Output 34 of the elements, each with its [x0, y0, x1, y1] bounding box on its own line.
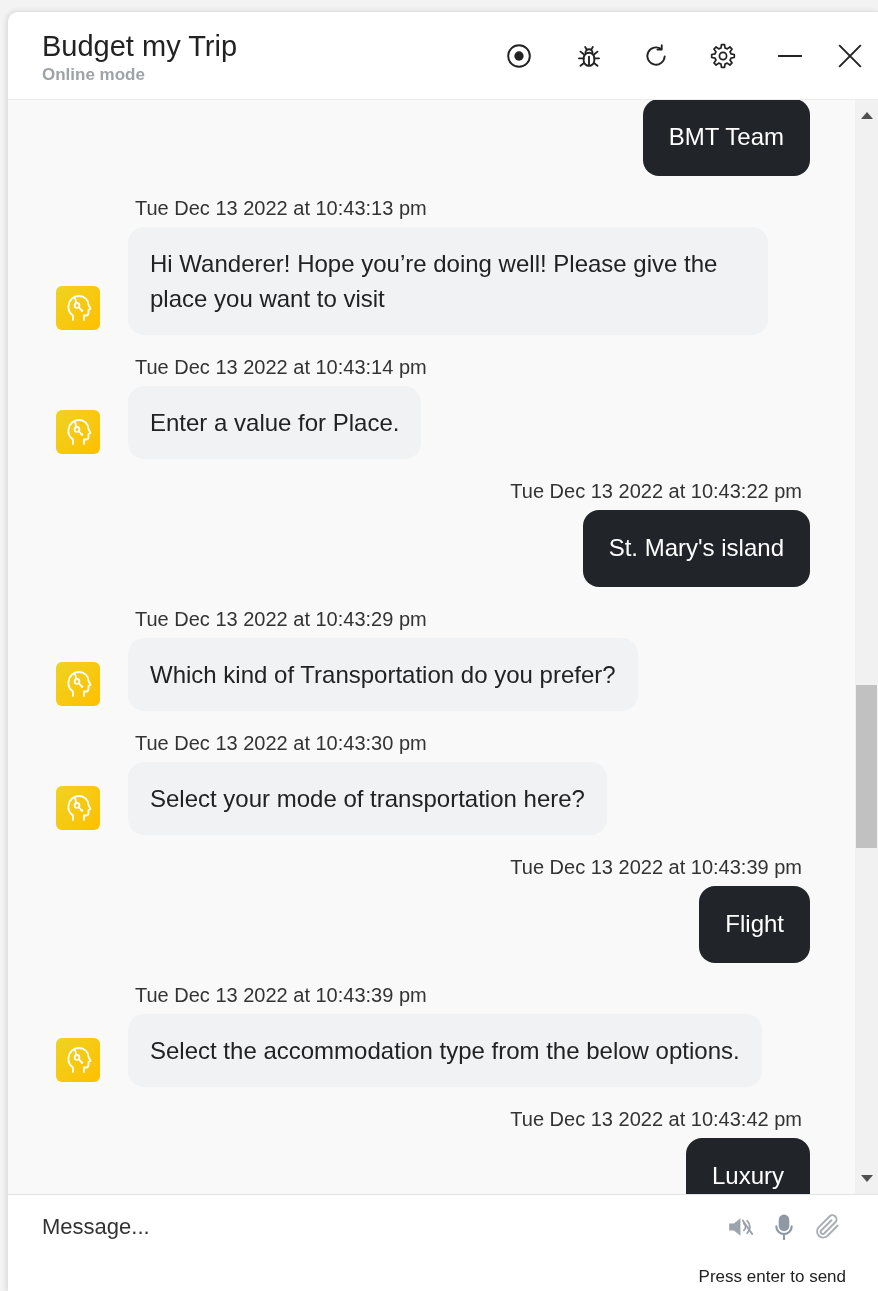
- bot-avatar-icon: [56, 410, 100, 454]
- scroll-down-arrow-icon[interactable]: [860, 1175, 873, 1182]
- bot-avatar-icon: [56, 286, 100, 330]
- user-message-bubble: BMT Team: [642, 100, 810, 176]
- record-icon[interactable]: [506, 42, 532, 69]
- user-message-bubble: Flight: [699, 886, 810, 963]
- user-message-bubble: St. Mary's island: [582, 510, 810, 587]
- bot-avatar-icon: [56, 786, 100, 830]
- close-icon[interactable]: [837, 42, 863, 69]
- message-timestamp: Tue Dec 13 2022 at 10:43:30 pm: [135, 731, 427, 755]
- message-timestamp: Tue Dec 13 2022 at 10:43:22 pm: [510, 479, 802, 503]
- refresh-icon[interactable]: [643, 42, 669, 69]
- message-input[interactable]: Message...: [42, 1205, 711, 1249]
- connection-status: Online mode: [42, 64, 145, 84]
- scrollbar[interactable]: [855, 100, 878, 1194]
- message-timestamp: Tue Dec 13 2022 at 10:43:14 pm: [135, 355, 427, 379]
- message-timestamp: Tue Dec 13 2022 at 10:43:39 pm: [135, 983, 427, 1007]
- message-timestamp: Tue Dec 13 2022 at 10:43:39 pm: [510, 855, 802, 879]
- bot-message-bubble: Enter a value for Place.: [128, 386, 422, 459]
- bot-message-bubble: Hi Wanderer! Hope you’re doing well! Please give the place you want to visit: [128, 227, 768, 335]
- send-hint: Press enter to send: [698, 1267, 846, 1287]
- message-timestamp: Tue Dec 13 2022 at 10:43:42 pm: [510, 1107, 802, 1131]
- settings-icon[interactable]: [710, 42, 736, 69]
- bot-avatar-icon: [56, 1038, 100, 1082]
- message-timestamp: Tue Dec 13 2022 at 10:43:29 pm: [135, 607, 427, 631]
- bot-message-bubble: Select the accommodation type from the below options.: [128, 1014, 762, 1087]
- message-timestamp: Tue Dec 13 2022 at 10:43:13 pm: [135, 196, 427, 220]
- bot-message-bubble: Select your mode of transportation here?: [128, 762, 607, 835]
- bot-avatar-icon: [56, 662, 100, 706]
- user-message-bubble: Luxury: [685, 1138, 810, 1194]
- paperclip-icon[interactable]: [814, 1214, 840, 1240]
- scrollbar-thumb[interactable]: [856, 685, 877, 848]
- bot-message-bubble: Which kind of Transportation do you prefer?: [128, 638, 638, 711]
- scroll-up-arrow-icon[interactable]: [860, 112, 873, 119]
